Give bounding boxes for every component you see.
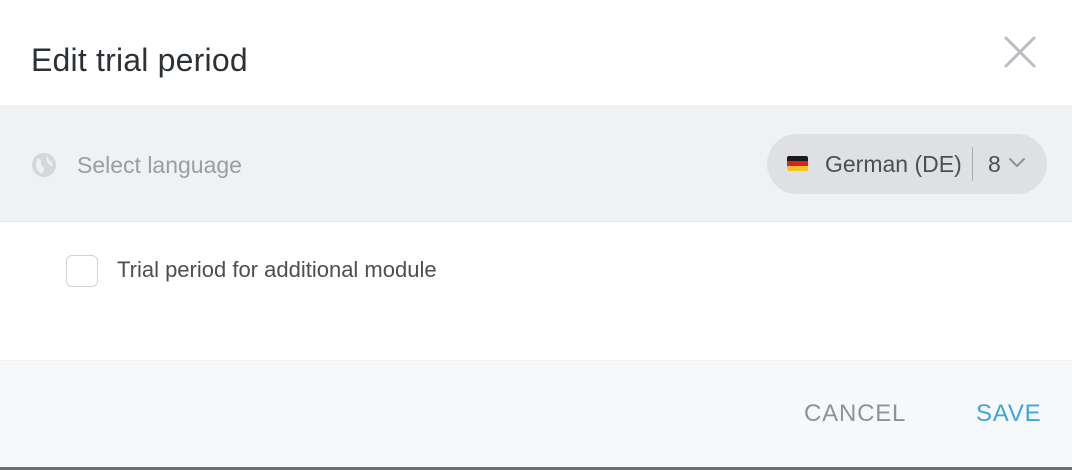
dialog-content (0, 222, 1072, 360)
german-flag-icon (787, 156, 808, 171)
edit-trial-period-dialog: Edit trial period Select language German… (0, 0, 1072, 470)
pill-divider (972, 147, 973, 181)
language-count: 8 (988, 151, 1001, 177)
globe-icon (32, 153, 56, 177)
trial-period-checkbox-label[interactable]: Trial period for additional module (117, 255, 437, 285)
trial-period-checkbox[interactable] (66, 255, 98, 287)
save-button[interactable]: SAVE (976, 398, 1041, 430)
current-language: German (DE) (825, 151, 962, 177)
close-button[interactable] (1000, 32, 1040, 72)
close-icon (1004, 36, 1036, 68)
dialog-footer (0, 360, 1072, 468)
language-selector[interactable]: German (DE) 8 (767, 134, 1047, 194)
cancel-button[interactable]: CANCEL (804, 398, 906, 430)
select-language-label[interactable]: Select language (77, 150, 242, 180)
dialog-title: Edit trial period (31, 42, 248, 78)
chevron-down-icon (1009, 158, 1025, 167)
